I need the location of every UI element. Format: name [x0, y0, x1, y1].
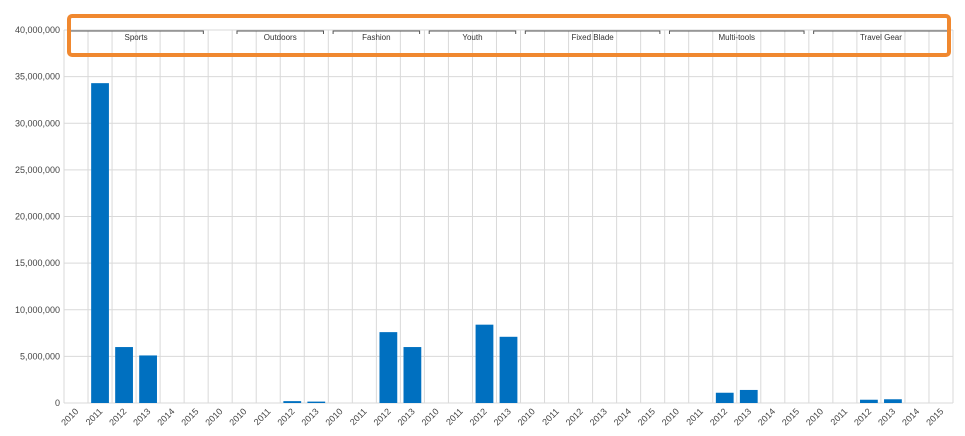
category-group-labels: Sports Outdoors Fashion Youth Fixed Blade Mul… [68, 30, 949, 42]
x-tick-label: 2010 [516, 406, 537, 427]
x-tick-label: 2010 [59, 406, 80, 427]
x-tick-label: 2014 [756, 406, 777, 427]
x-tick-label: 2015 [636, 406, 657, 427]
x-tick-label: 2010 [660, 406, 681, 427]
bar [499, 336, 518, 403]
y-axis-tick-labels: 0 5,000,000 10,000,000 15,000,000 20,000,000… [15, 25, 60, 408]
y-tick-label: 20,000,000 [15, 212, 60, 222]
x-tick-label: 2012 [708, 406, 729, 427]
bar [91, 83, 109, 403]
bar-chart: 0 5,000,000 10,000,000 15,000,000 20,000,000… [15, 14, 954, 428]
x-tick-label: 2013 [396, 406, 417, 427]
bar [739, 389, 758, 403]
x-tick-label: 2011 [444, 406, 465, 427]
y-tick-label: 25,000,000 [15, 165, 60, 175]
bar [403, 347, 422, 403]
y-tick-label: 15,000,000 [15, 258, 60, 268]
chart-container: 0 5,000,000 10,000,000 15,000,000 20,000,000… [0, 0, 965, 436]
bar [379, 332, 398, 403]
x-tick-label: 2011 [252, 406, 273, 427]
group-label: Fashion [362, 33, 390, 42]
group-label: Fixed Blade [571, 33, 614, 42]
bar [283, 401, 302, 403]
x-tick-label: 2012 [468, 406, 489, 427]
bar [715, 392, 734, 403]
x-tick-label: 2010 [420, 406, 441, 427]
x-tick-label: 2012 [564, 406, 585, 427]
group-label: Travel Gear [860, 33, 902, 42]
x-tick-label: 2013 [492, 406, 513, 427]
x-tick-label: 2011 [829, 406, 850, 427]
x-tick-label: 2015 [179, 406, 200, 427]
x-tick-label: 2014 [155, 406, 176, 427]
x-tick-label: 2011 [348, 406, 369, 427]
group-label: Multi-tools [719, 33, 755, 42]
bar [115, 347, 133, 403]
x-tick-label: 2012 [372, 406, 393, 427]
x-tick-label: 2013 [876, 406, 897, 427]
x-tick-label: 2013 [732, 406, 753, 427]
x-tick-label: 2012 [107, 406, 128, 427]
x-tick-label: 2015 [924, 406, 945, 427]
x-tick-label: 2015 [780, 406, 801, 427]
bar [139, 355, 157, 403]
bar [884, 399, 902, 403]
x-tick-label: 2010 [227, 406, 248, 427]
highlight-box [67, 14, 951, 57]
group-label: Sports [125, 33, 148, 42]
group-label: Outdoors [264, 33, 297, 42]
x-tick-label: 2014 [612, 406, 633, 427]
group-label: Youth [462, 33, 482, 42]
bar [860, 399, 878, 403]
x-tick-label: 2014 [900, 406, 921, 427]
x-tick-label: 2013 [131, 406, 152, 427]
bar [307, 401, 326, 403]
x-tick-label: 2013 [588, 406, 609, 427]
bar [475, 324, 494, 403]
x-tick-label: 2010 [203, 406, 224, 427]
x-tick-label: 2012 [275, 406, 296, 427]
y-tick-label: 10,000,000 [15, 305, 60, 315]
x-tick-label: 2010 [323, 406, 344, 427]
x-tick-label: 2011 [540, 406, 561, 427]
y-tick-label: 30,000,000 [15, 118, 60, 128]
y-tick-label: 5,000,000 [20, 351, 60, 361]
x-tick-label: 2011 [84, 406, 105, 427]
y-tick-label: 35,000,000 [15, 72, 60, 82]
x-tick-label: 2011 [684, 406, 705, 427]
x-axis-tick-labels: 2010 2011 2012 2013 2014 2015 2010 2010 2011 2012… [59, 406, 945, 427]
y-tick-label: 0 [55, 398, 60, 408]
x-tick-label: 2010 [804, 406, 825, 427]
x-tick-label: 2012 [852, 406, 873, 427]
y-tick-label: 40,000,000 [15, 25, 60, 35]
x-tick-label: 2013 [299, 406, 320, 427]
